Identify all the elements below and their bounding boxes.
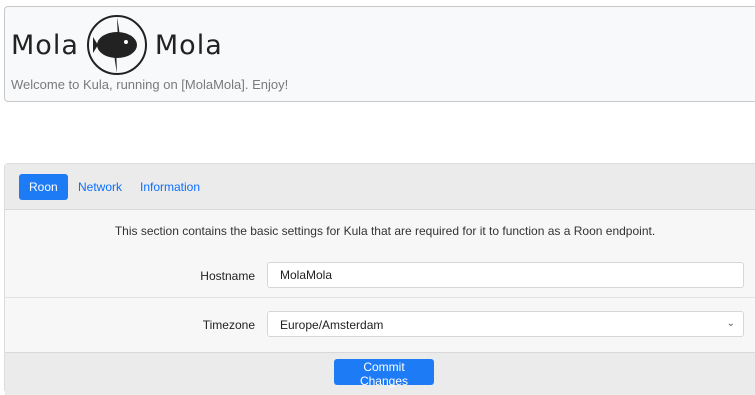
tab-network[interactable]: Network xyxy=(78,174,122,200)
welcome-message: Welcome to Kula, running on [MolaMola]. … xyxy=(11,77,289,92)
sunfish-icon xyxy=(86,15,147,75)
commit-changes-button[interactable]: Commit Changes xyxy=(334,359,434,388)
chevron-down-icon: ⌄ xyxy=(726,318,735,329)
timezone-row: Timezone Europe/Amsterdam ⌄ xyxy=(5,298,755,343)
hostname-input[interactable] xyxy=(267,262,744,288)
tab-roon[interactable]: Roon xyxy=(19,174,68,200)
card-footer: Commit Changes xyxy=(5,352,755,395)
timezone-label: Timezone xyxy=(202,318,255,332)
timezone-select[interactable]: Europe/Amsterdam ⌄ xyxy=(267,311,744,337)
hostname-label: Hostname xyxy=(200,269,255,283)
settings-card: Roon Network Information This section co… xyxy=(4,163,755,395)
mola-mola-logo: Mola Mola xyxy=(11,11,223,79)
tab-bar: Roon Network Information xyxy=(5,164,755,210)
tab-information[interactable]: Information xyxy=(140,174,200,200)
header-panel: Mola Mola Welcome to Kula, running on [M… xyxy=(4,6,755,102)
hostname-row: Hostname xyxy=(5,253,755,298)
logo-text-right: Mola xyxy=(154,29,223,61)
section-description: This section contains the basic settings… xyxy=(114,224,656,238)
timezone-value: Europe/Amsterdam xyxy=(280,318,384,332)
logo-text-left: Mola xyxy=(11,29,79,61)
